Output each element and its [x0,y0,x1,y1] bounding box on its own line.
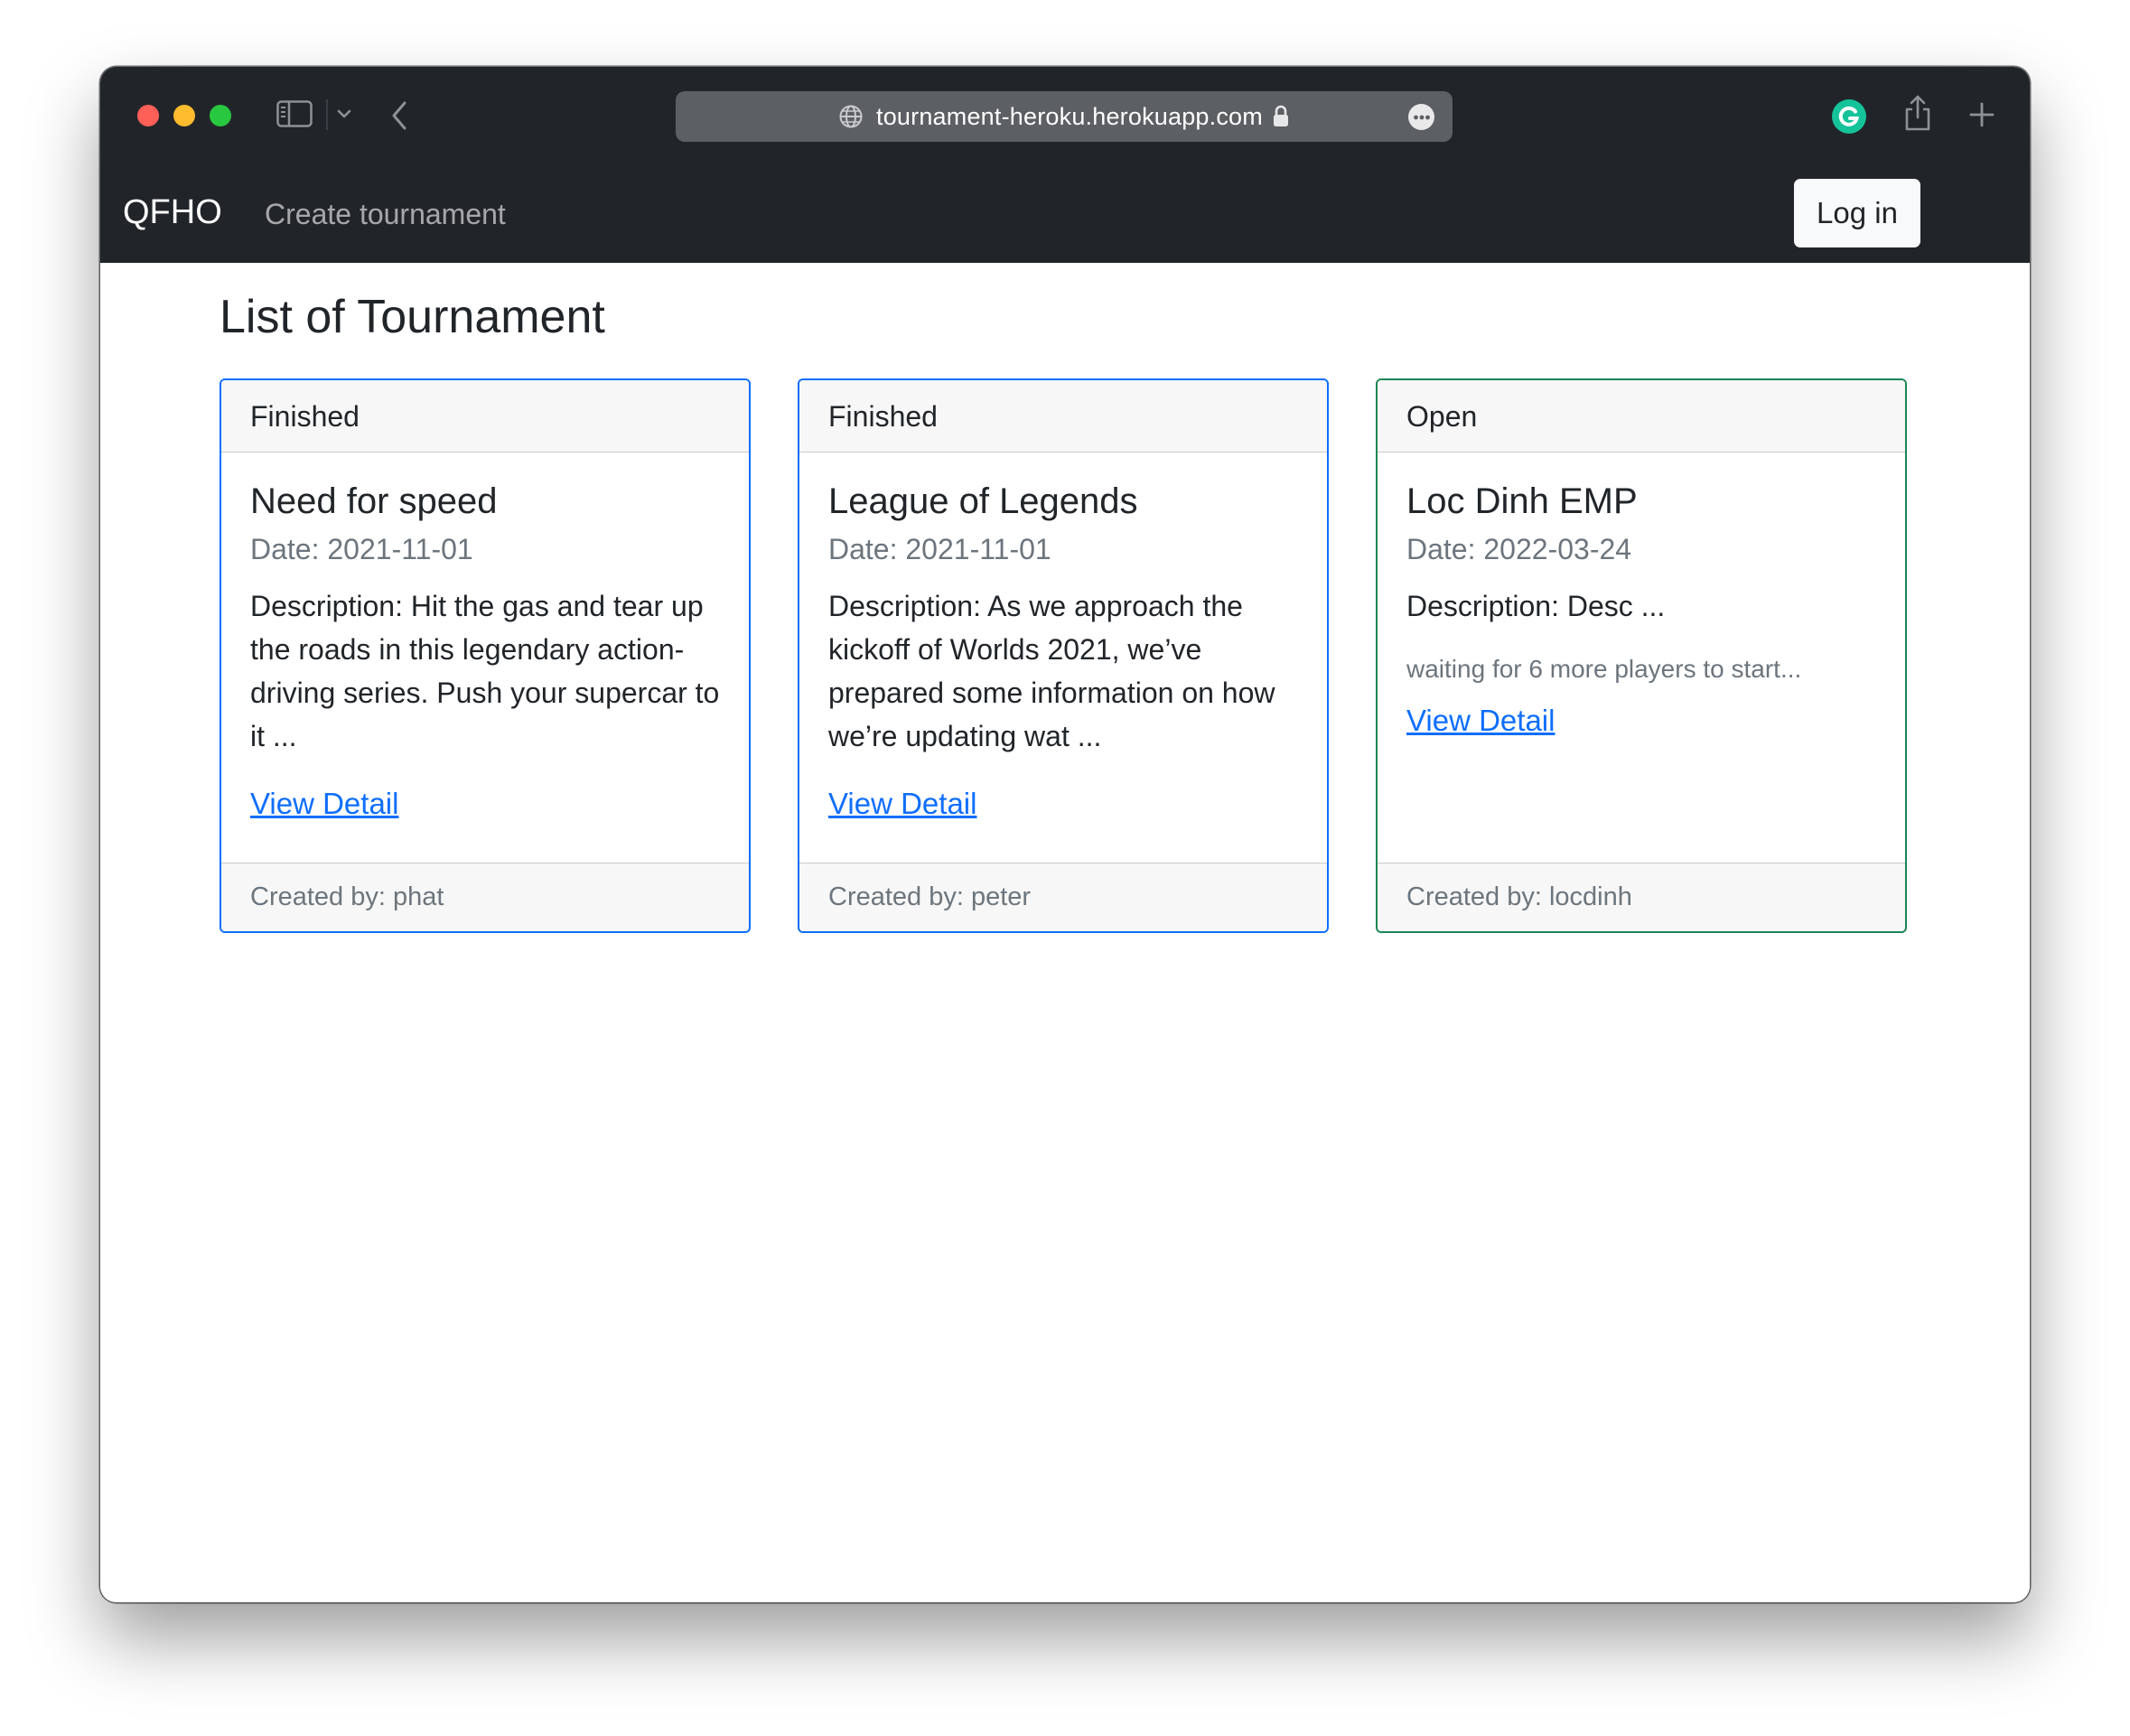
globe-icon [838,104,864,129]
address-bar[interactable]: tournament-heroku.herokuapp.com [676,91,1453,142]
back-icon[interactable] [388,98,411,134]
card-title: Need for speed [250,481,498,521]
card-date: Date: 2021-11-01 [828,533,1051,565]
more-icon[interactable] [1408,104,1434,130]
divider [326,99,328,130]
view-detail-link[interactable]: View Detail [828,787,976,821]
create-tournament-link[interactable]: Create tournament [265,198,506,231]
tournament-card: Finished Need for speed Date: 2021-11-01… [220,378,751,933]
card-title: Loc Dinh EMP [1406,481,1638,521]
maximize-window-button[interactable] [210,105,231,126]
tournament-card: Finished League of Legends Date: 2021-11… [798,378,1329,933]
card-creator: Created by: locdinh [1378,863,1905,931]
sidebar-icon[interactable] [276,99,313,128]
card-description: Description: Desc ... [1406,590,1666,623]
card-creator: Created by: peter [799,863,1327,931]
card-body: Need for speed Date: 2021-11-01 Descript… [221,453,749,864]
close-window-button[interactable] [137,105,159,126]
card-description: Description: As we approach the kickoff … [828,590,1275,753]
share-icon[interactable] [1901,92,1934,134]
card-date: Date: 2022-03-24 [1406,533,1632,565]
card-date: Date: 2021-11-01 [250,533,473,565]
view-detail-link[interactable]: View Detail [250,787,398,821]
lock-icon [1272,105,1290,128]
card-body: League of Legends Date: 2021-11-01 Descr… [799,453,1327,864]
grammarly-icon[interactable] [1830,98,1868,135]
tournament-card: Open Loc Dinh EMP Date: 2022-03-24 Descr… [1376,378,1907,933]
plus-icon[interactable] [1967,99,1997,130]
card-body: Loc Dinh EMP Date: 2022-03-24 Descriptio… [1378,453,1905,864]
card-status: Finished [799,380,1327,453]
waiting-players-text: waiting for 6 more players to start... [1406,655,1802,684]
url-text[interactable]: tournament-heroku.herokuapp.com [876,103,1263,131]
brand-link[interactable]: QFHO [123,193,222,232]
browser-window: tournament-heroku.herokuapp.com QFHO Cre… [100,67,2030,1602]
minimize-window-button[interactable] [173,105,195,126]
card-description: Description: Hit the gas and tear up the… [250,590,720,753]
card-status: Finished [221,380,749,453]
page-title: List of Tournament [220,291,605,343]
chevron-down-icon[interactable] [333,103,355,125]
site-navbar: QFHO Create tournament Log in [100,166,2030,263]
card-creator: Created by: phat [221,863,749,931]
main-content: List of Tournament Finished Need for spe… [100,263,2030,1602]
card-status: Open [1378,380,1905,453]
card-title: League of Legends [828,481,1138,521]
login-button[interactable]: Log in [1794,179,1920,247]
view-detail-link[interactable]: View Detail [1406,704,1555,738]
browser-titlebar: tournament-heroku.herokuapp.com [100,67,2030,166]
